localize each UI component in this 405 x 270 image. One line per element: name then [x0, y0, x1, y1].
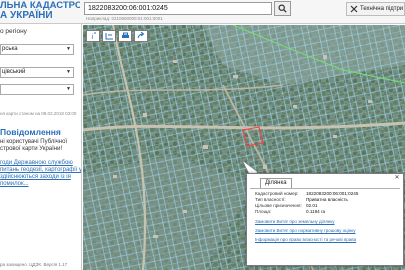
parcel-row-area: Площа: 0.1194 га	[255, 209, 403, 215]
measure-icon	[105, 33, 113, 40]
notification-link[interactable]: годи Державною службою питань геодезії, …	[0, 160, 81, 188]
row-value: Приватна власність	[306, 197, 348, 202]
settlement-select[interactable]: ▼	[0, 84, 74, 95]
info-icon: i	[92, 32, 96, 40]
sidebar: о регіону рська ▼ цівський ▼ ▼ ня карти …	[0, 24, 82, 270]
share-icon	[137, 32, 144, 39]
order-parcel-extract-link[interactable]: Замовити Витяг про земельну ділянку	[255, 219, 335, 224]
site-brand[interactable]: ЛЬНА КАДАСТРОВА А УКРАЇНИ	[0, 1, 80, 21]
order-valuation-extract-link[interactable]: Замовити Витяг про нормативну грошову оц…	[255, 228, 355, 233]
search-icon	[278, 4, 287, 13]
notification-text: ні користувачі Публічної стрової карти У…	[0, 139, 68, 152]
chevron-down-icon: ▼	[66, 69, 71, 75]
row-value: 1822083200:06:001:0245	[306, 191, 359, 196]
brand-line-2: А УКРАЇНИ	[0, 10, 53, 21]
district-select[interactable]: цівський ▼	[0, 67, 74, 78]
ownership-info-link[interactable]: Інформація про право власності та речові…	[255, 237, 356, 242]
top-bar: ЛЬНА КАДАСТРОВА А УКРАЇНИ 1822083200:06:…	[0, 0, 405, 24]
search-hint: Наприклад: 0210600000:01:001:0001	[86, 16, 163, 21]
chevron-down-icon: ▼	[66, 46, 71, 52]
chevron-down-icon: ▼	[66, 86, 71, 92]
map-toolbar: i	[86, 30, 148, 42]
parcel-info-popup: Ділянка ✕ Кадастровий номер: 1822083200:0…	[246, 173, 404, 266]
map-date: ня карти станом на 08.02.2018 03:00	[0, 111, 77, 116]
tech-support-label: Технічна підтри	[360, 6, 404, 12]
tools-icon	[350, 5, 358, 13]
tab-parcel[interactable]: Ділянка	[260, 178, 292, 188]
region-label: о регіону	[0, 28, 27, 35]
print-icon	[121, 32, 129, 38]
row-value: 0.1194 га	[306, 209, 326, 214]
tech-support-button[interactable]: Технічна підтри	[346, 2, 405, 16]
info-tool-button[interactable]: i	[86, 30, 100, 42]
measure-tool-button[interactable]	[102, 30, 116, 42]
row-value: 02.01	[306, 203, 318, 208]
notifications-title: Повідомлення	[0, 127, 61, 137]
print-button[interactable]	[118, 30, 132, 42]
region-select-value: рська	[2, 46, 18, 52]
row-key: Площа:	[255, 209, 272, 214]
search-button[interactable]	[274, 1, 291, 16]
district-select-value: цівський	[2, 69, 26, 75]
popup-divider	[250, 188, 400, 189]
region-select[interactable]: рська ▼	[0, 44, 74, 55]
copyright-footer: ра захищено. ЦДЗК. Версія 1.17	[0, 262, 68, 267]
share-button[interactable]	[134, 30, 148, 42]
svg-text:i: i	[92, 34, 94, 40]
cadastral-search-input[interactable]: 1822083200:06:001:0245	[84, 2, 272, 15]
close-icon[interactable]: ✕	[394, 175, 400, 181]
